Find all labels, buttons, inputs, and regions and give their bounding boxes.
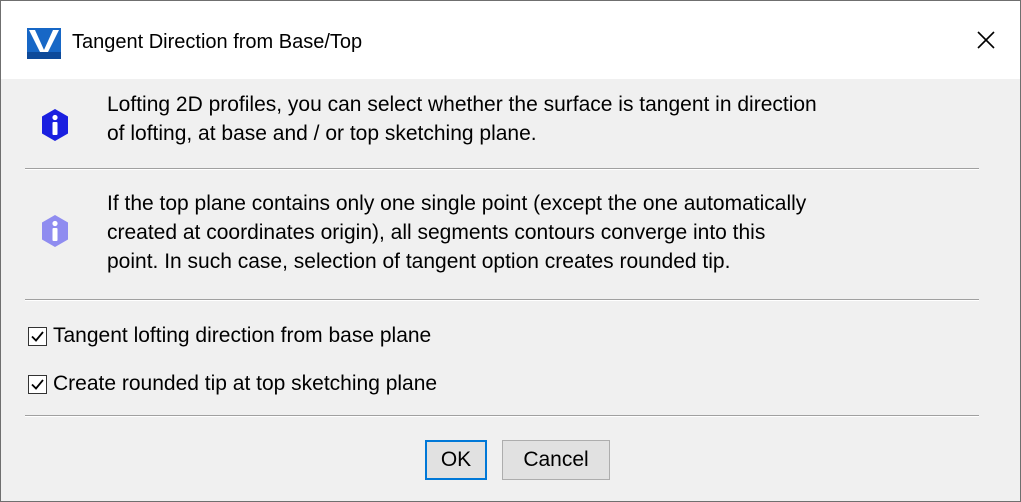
cancel-button[interactable]: Cancel <box>502 440 610 480</box>
rounded-tip-label: Create rounded tip at top sketching plan… <box>53 372 438 395</box>
info-icon-light <box>42 215 68 247</box>
dialog-title: Tangent Direction from Base/Top <box>72 31 363 53</box>
tangent-base-label: Tangent lofting direction from base plan… <box>53 324 432 347</box>
info-message-secondary: If the top plane contains only one singl… <box>107 192 807 273</box>
dialog-window: Tangent Direction from Base/Top Lofting … <box>0 0 1021 502</box>
checkmark-icon <box>31 378 44 390</box>
option-tangent-base[interactable]: Tangent lofting direction from base plan… <box>28 321 431 351</box>
title-bar[interactable]: Tangent Direction from Base/Top <box>1 1 1020 79</box>
option-rounded-tip[interactable]: Create rounded tip at top sketching plan… <box>28 369 437 399</box>
separator <box>25 415 979 417</box>
info-message-primary: Lofting 2D profiles, you can select whet… <box>107 93 817 145</box>
close-button[interactable] <box>951 1 1020 79</box>
app-logo-icon <box>27 28 61 59</box>
separator <box>25 299 979 301</box>
info-icon <box>42 109 68 141</box>
ok-button[interactable]: OK <box>425 440 487 480</box>
checkmark-icon <box>31 330 44 342</box>
dialog-content: Lofting 2D profiles, you can select whet… <box>1 79 1020 501</box>
tangent-base-checkbox[interactable] <box>28 326 47 346</box>
separator <box>25 168 979 170</box>
rounded-tip-checkbox[interactable] <box>28 374 47 394</box>
close-icon <box>976 31 995 49</box>
